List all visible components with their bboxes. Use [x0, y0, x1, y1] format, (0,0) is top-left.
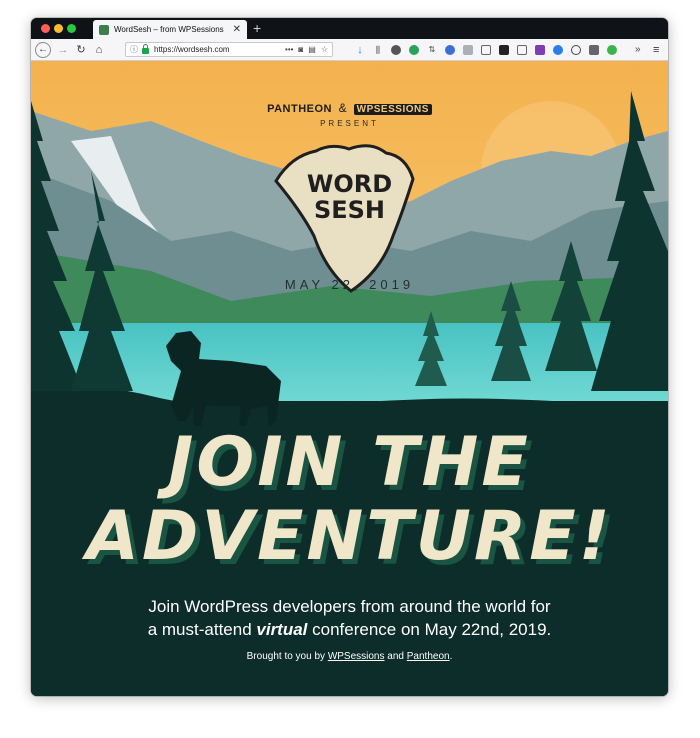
pantheon-logo: PANTHEON	[267, 103, 333, 115]
reload-button[interactable]: ↻	[73, 42, 89, 58]
window-close-button[interactable]	[41, 24, 50, 33]
address-bar[interactable]: ⓘ https://wordsesh.com ••• ◙ ▤ ☆	[125, 42, 333, 57]
browser-window: WordSesh – from WPSessions ✕ + ← → ↻ ⌂ ⓘ…	[31, 18, 668, 696]
present-text: PRESENT	[320, 119, 379, 128]
extension-3-icon[interactable]	[445, 45, 455, 55]
overflow-menu-icon[interactable]: »	[635, 43, 641, 57]
hamburger-menu-icon[interactable]: ≡	[653, 43, 659, 57]
screenshot-icon[interactable]	[517, 45, 527, 55]
extension-8-icon[interactable]	[589, 45, 599, 55]
site-favicon-icon	[99, 24, 109, 35]
credit-middle: and	[384, 651, 407, 662]
sidebar-icon[interactable]	[481, 45, 491, 55]
page-content: PANTHEON & WPSESSIONS PRESENT WORD SESH …	[31, 61, 668, 696]
lead-paragraph: Join WordPress developers from around th…	[31, 595, 668, 641]
tab-close-icon[interactable]: ✕	[233, 24, 241, 35]
download-icon[interactable]: ↓	[355, 45, 365, 56]
lead-emphasis: virtual	[256, 620, 308, 639]
ampersand: &	[338, 101, 348, 115]
forward-button[interactable]: →	[55, 42, 71, 58]
bookmark-star-icon[interactable]: ☆	[321, 45, 328, 54]
lead-line-2-end: conference on May 22nd, 2019.	[307, 620, 552, 639]
logo-sesh: SESH	[313, 196, 386, 224]
window-minimize-button[interactable]	[54, 24, 63, 33]
site-info-icon[interactable]: ⓘ	[130, 44, 138, 55]
extension-6-icon[interactable]	[553, 45, 563, 55]
wpsessions-link[interactable]: WPSessions	[328, 651, 385, 662]
pocket-icon[interactable]: ◙	[298, 45, 303, 54]
new-tab-button[interactable]: +	[253, 19, 261, 37]
pantheon-link[interactable]: Pantheon	[407, 651, 450, 662]
tab-wordsesh[interactable]: WordSesh – from WPSessions ✕	[93, 20, 247, 39]
logo-word: WORD	[306, 170, 393, 198]
onenote-icon[interactable]	[535, 45, 545, 55]
tab-title: WordSesh – from WPSessions	[114, 25, 224, 34]
extension-2-icon[interactable]	[409, 45, 419, 55]
event-date: MAY 22, 2019	[284, 277, 415, 292]
sponsor-line: PANTHEON & WPSESSIONS	[31, 101, 668, 115]
wordsesh-logo-text: WORD SESH	[31, 171, 668, 223]
sort-icon[interactable]: ⇅	[427, 45, 437, 55]
page-actions-icon[interactable]: •••	[285, 45, 293, 54]
lead-line-2-start: a must-attend	[147, 620, 257, 639]
library-icon[interactable]: ⫼	[373, 45, 383, 55]
navigation-toolbar: ← → ↻ ⌂ ⓘ https://wordsesh.com ••• ◙ ▤ ☆…	[31, 39, 668, 61]
extension-1-icon[interactable]	[391, 45, 401, 55]
headline-line-1: JOIN THE	[168, 423, 531, 502]
credit-prefix: Brought to you by	[246, 651, 328, 662]
credit-line: Brought to you by WPSessions and Pantheo…	[31, 651, 668, 662]
back-button[interactable]: ←	[35, 42, 51, 58]
headline-line-2: ADVENTURE!	[86, 497, 613, 576]
credit-end: .	[449, 651, 453, 662]
lead-line-1: Join WordPress developers from around th…	[148, 597, 551, 616]
lock-icon	[142, 43, 149, 54]
reader-view-icon[interactable]: ▤	[308, 45, 316, 54]
extension-9-icon[interactable]	[607, 45, 617, 55]
wpsessions-logo: WPSESSIONS	[353, 104, 432, 115]
home-button[interactable]: ⌂	[91, 42, 107, 58]
url-text[interactable]: https://wordsesh.com	[154, 45, 280, 54]
extension-5-icon[interactable]	[499, 45, 509, 55]
tab-strip: WordSesh – from WPSessions ✕ +	[31, 18, 668, 39]
extension-7-icon[interactable]	[571, 45, 581, 55]
extension-4-icon[interactable]	[463, 45, 473, 55]
window-maximize-button[interactable]	[67, 24, 76, 33]
